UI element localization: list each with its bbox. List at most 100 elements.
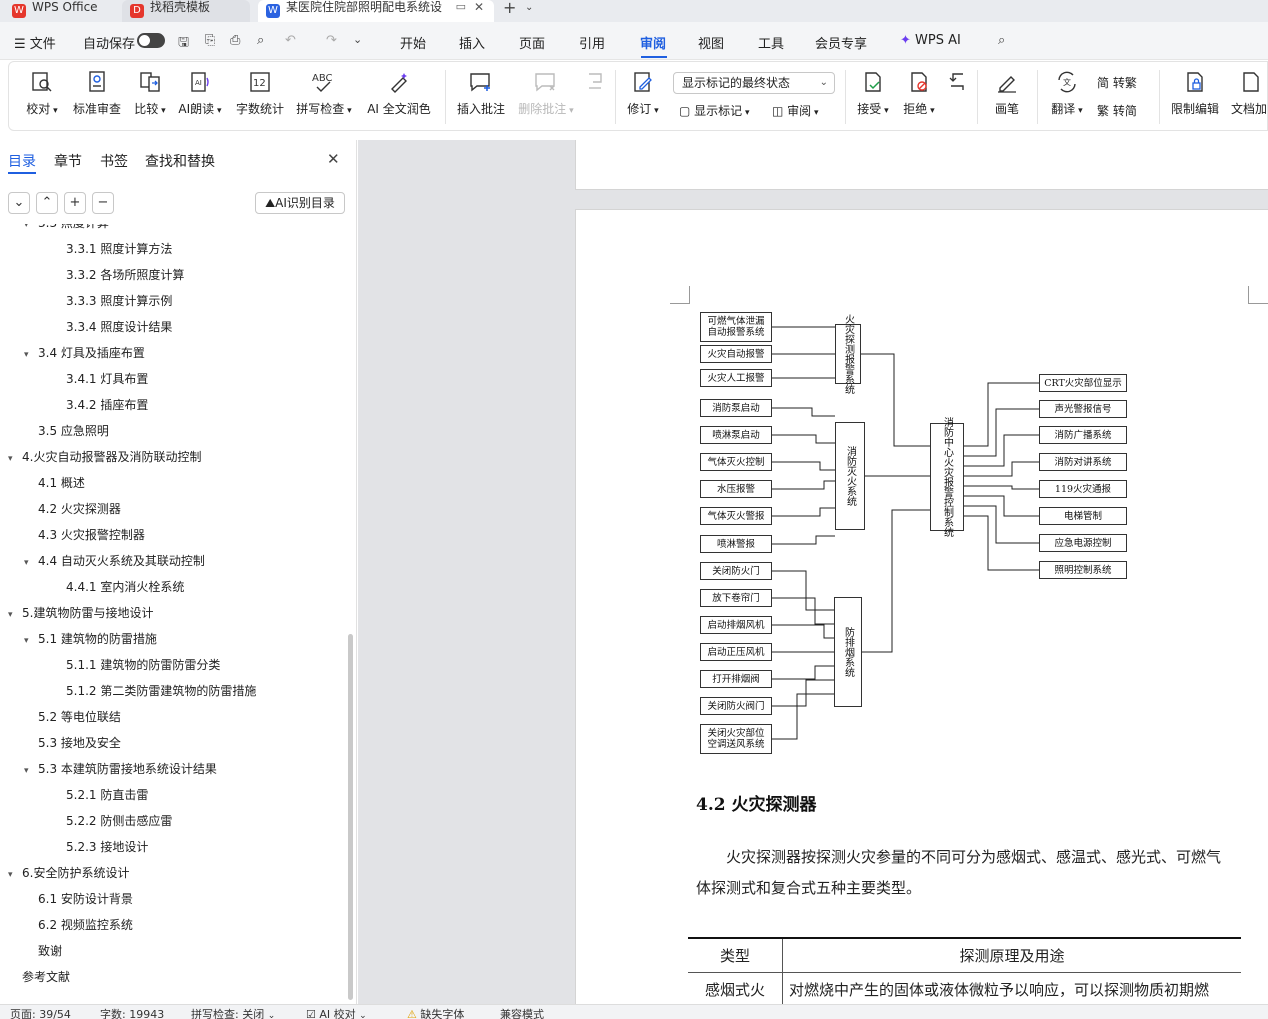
- toc-item[interactable]: 3.3.1 照度计算方法: [66, 240, 172, 257]
- toc-item[interactable]: ▾ 3.4 灯具及插座布置: [24, 344, 145, 361]
- toc-item[interactable]: 参考文献: [22, 968, 70, 985]
- to-traditional-button[interactable]: 简 转繁: [1097, 74, 1137, 91]
- toc-item[interactable]: 3.4.1 灯具布置: [66, 370, 148, 387]
- toc-item[interactable]: 4.3 火灾报警控制器: [38, 526, 145, 543]
- close-tab-icon[interactable]: ✕: [474, 0, 484, 14]
- prev-comment-button[interactable]: [583, 70, 607, 124]
- menu-page[interactable]: 页面: [519, 33, 545, 52]
- collapse-up-button[interactable]: ⌃: [36, 192, 58, 214]
- toc-scrollbar[interactable]: [348, 634, 353, 1000]
- tab-find-replace[interactable]: 查找和替换: [145, 151, 215, 171]
- close-icon[interactable]: ✕: [327, 150, 340, 168]
- toc-item[interactable]: 5.2.1 防直击雷: [66, 786, 148, 803]
- toc-item[interactable]: ▾ 6.安全防护系统设计: [8, 864, 129, 881]
- toc-item[interactable]: 3.5 应急照明: [38, 422, 109, 439]
- menu-tools[interactable]: 工具: [758, 33, 784, 52]
- undo-icon[interactable]: ↶: [285, 33, 296, 48]
- screen-icon[interactable]: ▭: [456, 0, 466, 14]
- print-preview-icon[interactable]: ⌕: [257, 33, 264, 48]
- markup-state-select[interactable]: 显示标记的最终状态 ⌄: [673, 72, 835, 94]
- delete-comment-button[interactable]: 删除批注 ▾: [515, 70, 577, 124]
- expand-arrow-icon[interactable]: ▾: [24, 636, 34, 646]
- toc-item[interactable]: 5.1.2 第二类防雷建筑物的防雷措施: [66, 682, 256, 699]
- toc-item[interactable]: 4.4.1 室内消火栓系统: [66, 578, 184, 595]
- print-icon[interactable]: ⎙: [230, 33, 240, 48]
- accept-button[interactable]: 接受 ▾: [855, 70, 891, 124]
- tab-bookmarks[interactable]: 书签: [100, 151, 128, 171]
- track-changes-button[interactable]: 修订 ▾: [623, 70, 663, 124]
- toc-item[interactable]: 3.4.2 插座布置: [66, 396, 148, 413]
- file-menu[interactable]: ☰ 文件: [14, 33, 56, 52]
- save-icon[interactable]: 🖫: [178, 33, 189, 55]
- menu-review[interactable]: 审阅: [640, 33, 666, 52]
- prev-change-button[interactable]: [945, 70, 969, 124]
- autosave-toggle[interactable]: [137, 33, 165, 48]
- tab-template[interactable]: D 找稻壳模板: [122, 0, 250, 22]
- new-tab-icon[interactable]: +: [503, 0, 516, 17]
- toc-item[interactable]: ▾ 5.建筑物防雷与接地设计: [8, 604, 153, 621]
- redo-icon[interactable]: ↷: [326, 33, 337, 48]
- reject-button[interactable]: 拒绝 ▾: [901, 70, 937, 124]
- expand-arrow-icon[interactable]: ▾: [8, 454, 18, 464]
- doc-encrypt-button[interactable]: 文档加: [1231, 70, 1268, 124]
- translate-button[interactable]: 文 翻译 ▾: [1047, 70, 1087, 124]
- menu-wps-ai[interactable]: ✦ WPS AI: [900, 33, 961, 48]
- restrict-edit-button[interactable]: 限制编辑: [1169, 70, 1221, 124]
- expand-arrow-icon[interactable]: ▾: [24, 224, 34, 230]
- menu-member[interactable]: 会员专享: [815, 33, 867, 52]
- insert-comment-button[interactable]: 插入批注: [455, 70, 507, 124]
- toc-item[interactable]: 5.2.2 防侧击感应雷: [66, 812, 172, 829]
- show-markup-button[interactable]: ▢ 显示标记 ▾: [679, 102, 750, 119]
- toc-item[interactable]: ▾ 4.4 自动灭火系统及其联动控制: [24, 552, 205, 569]
- ai-toc-button[interactable]: ⛰AI识别目录: [255, 192, 345, 214]
- missing-font-status[interactable]: ⚠ 缺失字体: [407, 1006, 464, 1019]
- spell-check-button[interactable]: ABC 拼写检查 ▾: [293, 70, 355, 124]
- expand-arrow-icon[interactable]: ▾: [8, 870, 18, 880]
- toc-item[interactable]: 3.3.2 各场所照度计算: [66, 266, 184, 283]
- promote-level-button[interactable]: +: [64, 192, 86, 214]
- toc-item[interactable]: 4.1 概述: [38, 474, 85, 491]
- expand-down-button[interactable]: ⌄: [8, 192, 30, 214]
- review-pane-button[interactable]: ◫ 审阅 ▾: [772, 102, 819, 119]
- expand-arrow-icon[interactable]: ▾: [24, 350, 34, 360]
- tab-chapters[interactable]: 章节: [54, 151, 82, 171]
- toc-item[interactable]: ▾ 5.3 本建筑防雷接地系统设计结果: [24, 760, 217, 777]
- spell-check-status[interactable]: 拼写检查: 关闭 ⌄: [191, 1006, 275, 1019]
- toc-item[interactable]: ▾ 4.火灾自动报警器及消防联动控制: [8, 448, 201, 465]
- word-count-button[interactable]: 12 字数统计: [233, 70, 287, 124]
- pen-button[interactable]: 画笔: [987, 70, 1027, 124]
- toc-item[interactable]: 致谢: [38, 942, 62, 959]
- expand-arrow-icon[interactable]: ▾: [8, 610, 18, 620]
- export-icon[interactable]: ⎘: [205, 33, 215, 48]
- toc-item[interactable]: 5.2.3 接地设计: [66, 838, 148, 855]
- tab-toc[interactable]: 目录: [8, 151, 36, 171]
- toc-item[interactable]: ▾ 5.1 建筑物的防雷措施: [24, 630, 157, 647]
- expand-arrow-icon[interactable]: ▾: [24, 558, 34, 568]
- quick-access-chevron-icon[interactable]: ⌄: [353, 33, 362, 46]
- word-count-status[interactable]: 字数: 19943: [100, 1006, 164, 1019]
- demote-level-button[interactable]: −: [92, 192, 114, 214]
- menu-reference[interactable]: 引用: [579, 33, 605, 52]
- toc-item[interactable]: ▾ 3.3 照度计算: [24, 224, 109, 231]
- ai-polish-button[interactable]: AI 全文润色: [363, 70, 435, 124]
- toc-item[interactable]: 6.1 安防设计背景: [38, 890, 133, 907]
- toc-item[interactable]: 4.2 火灾探测器: [38, 500, 121, 517]
- toc-item[interactable]: 5.3 接地及安全: [38, 734, 121, 751]
- menu-insert[interactable]: 插入: [459, 33, 485, 52]
- page-indicator[interactable]: 页面: 39/54: [10, 1006, 71, 1019]
- ai-read-button[interactable]: AI AI朗读 ▾: [177, 70, 223, 124]
- to-simplified-button[interactable]: 繁 转简: [1097, 102, 1137, 119]
- compare-button[interactable]: 比较 ▾: [131, 70, 169, 124]
- expand-arrow-icon[interactable]: ▾: [24, 766, 34, 776]
- tab-document[interactable]: W 某医院住院部照明配电系统设 ▭ ✕: [258, 0, 494, 22]
- search-icon[interactable]: ⌕: [998, 33, 1005, 48]
- menu-view[interactable]: 视图: [698, 33, 724, 52]
- toc-item[interactable]: 3.3.4 照度设计结果: [66, 318, 172, 335]
- toc-item[interactable]: 3.3.3 照度计算示例: [66, 292, 172, 309]
- standard-review-button[interactable]: 标准审查: [69, 70, 125, 124]
- tab-list-chevron-icon[interactable]: ⌄: [525, 2, 533, 13]
- toc-item[interactable]: 5.2 等电位联结: [38, 708, 121, 725]
- toc-item[interactable]: 5.1.1 建筑物的防雷防雷分类: [66, 656, 220, 673]
- proofread-button[interactable]: 校对 ▾: [23, 70, 61, 124]
- toc-item[interactable]: 6.2 视频监控系统: [38, 916, 133, 933]
